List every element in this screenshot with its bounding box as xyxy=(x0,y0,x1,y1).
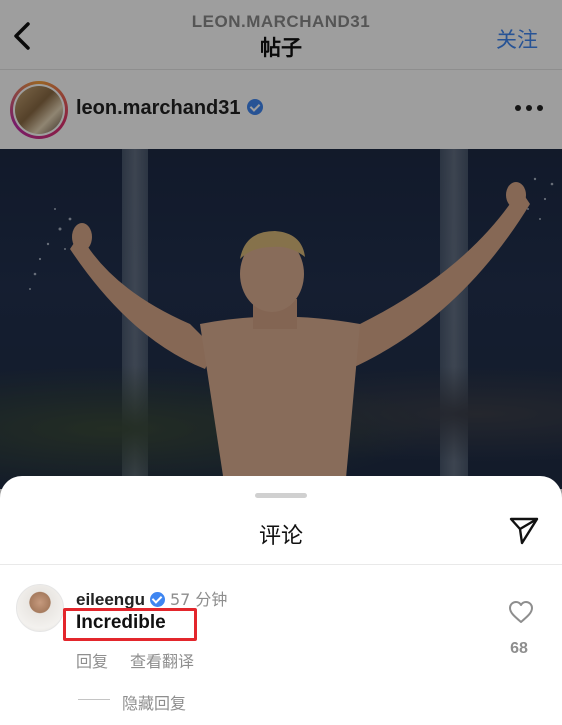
comment-time: 57 分钟 xyxy=(169,590,228,609)
translate-button[interactable]: 查看翻译 xyxy=(130,652,194,671)
comments-title: 评论 xyxy=(258,524,303,549)
reply-button[interactable]: 回复 xyxy=(76,652,108,671)
sheet-drag-handle[interactable] xyxy=(255,493,307,498)
share-button[interactable] xyxy=(508,514,540,546)
divider xyxy=(0,564,562,565)
comments-sheet: 评论 eileengu 57 分钟 Incredible 回复 查看翻译 68 隐藏… xyxy=(0,476,562,725)
commenter-username[interactable]: eileengu xyxy=(76,590,145,609)
hide-replies-button[interactable]: 隐藏回复 xyxy=(122,690,186,714)
comment-text: Incredible xyxy=(76,612,166,633)
send-icon xyxy=(509,517,539,545)
heart-icon xyxy=(509,601,533,623)
comment-header: eileengu 57 分钟 xyxy=(76,586,227,610)
verified-badge-icon xyxy=(149,592,165,608)
comment-actions: 回复 查看翻译 xyxy=(76,648,216,672)
like-count: 68 xyxy=(510,640,528,657)
commenter-avatar[interactable] xyxy=(16,584,64,632)
like-button[interactable] xyxy=(508,600,534,624)
replies-divider xyxy=(78,699,110,700)
